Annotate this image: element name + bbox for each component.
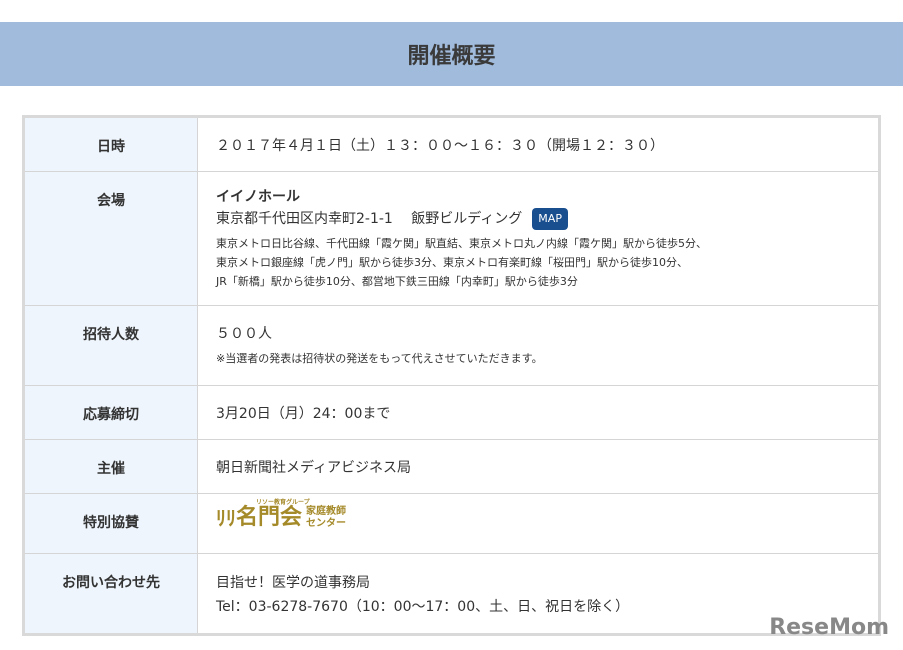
access-line: 東京メトロ銀座線「虎ノ門」駅から徒歩3分、東京メトロ有楽町線「桜田門」駅から徒歩… <box>216 256 688 269</box>
label: 主催 <box>23 439 198 494</box>
invitees-value: ５００人 <box>216 326 272 342</box>
label: 特別協賛 <box>23 493 198 554</box>
label: 会場 <box>23 171 198 306</box>
access-line: 東京メトロ日比谷線、千代田線「霞ケ関」駅直結、東京メトロ丸ノ内線「霞ケ関」駅から… <box>216 237 707 250</box>
resemom-watermark: ReseMom <box>769 615 889 640</box>
label: お問い合わせ先 <box>23 553 198 635</box>
label: 日時 <box>23 116 198 172</box>
row-contact: お問い合わせ先 目指せ！医学の道事務局 Tel：03-6278-7670（10：00… <box>23 553 880 635</box>
row-organizer: 主催 朝日新聞社メディアビジネス局 <box>23 439 880 494</box>
event-summary-table: 日時 ２０１７年４月１日（土）１３：００～１６：３０（開場１２：３０） 会場 イイ… <box>22 115 881 636</box>
row-sponsor: 特別協賛 リソー教育グループ ﾘﾘ 名門会 家庭教師 センター <box>23 493 880 554</box>
page-title: 開催概要 <box>407 44 496 69</box>
organizer-value: 朝日新聞社メディアビジネス局 <box>197 439 880 494</box>
venue-name: イイノホール <box>216 189 300 205</box>
logo-sub: センター <box>306 518 347 529</box>
venue-address: 東京都千代田区内幸町2-1-1 飯野ビルディング <box>216 211 523 227</box>
logo-sub: 家庭教師 <box>306 506 347 517</box>
contact-tel: Tel：03-6278-7670（10：00～17：00、土、日、祝日を除く） <box>216 599 630 615</box>
deadline-value: 3月20日（月）24：00まで <box>197 385 880 440</box>
row-datetime: 日時 ２０１７年４月１日（土）１３：００～１６：３０（開場１２：３０） <box>23 116 880 172</box>
label: 応募締切 <box>23 385 198 440</box>
crown-icon: ﾘﾘ <box>216 506 236 530</box>
datetime-value: ２０１７年４月１日（土）１３：００～１６：３０（開場１２：３０） <box>197 116 880 172</box>
access-line: JR「新橋」駅から徒歩10分、都営地下鉄三田線「内幸町」駅から徒歩3分 <box>216 275 578 288</box>
row-deadline: 応募締切 3月20日（月）24：00まで <box>23 385 880 440</box>
row-invitees: 招待人数 ５００人 ※当選者の発表は招待状の発送をもって代えさせていただきます。 <box>23 305 880 386</box>
header-banner: 開催概要 <box>0 22 903 86</box>
logo-tagline: リソー教育グループ <box>256 499 310 506</box>
invitees-note: ※当選者の発表は招待状の発送をもって代えさせていただきます。 <box>216 352 543 365</box>
label: 招待人数 <box>23 305 198 386</box>
map-button[interactable]: MAP <box>532 208 568 230</box>
row-venue: 会場 イイノホール 東京都千代田区内幸町2-1-1 飯野ビルディング MAP 東京… <box>23 171 880 306</box>
meimonkai-logo: リソー教育グループ ﾘﾘ 名門会 家庭教師 センター <box>216 499 860 530</box>
contact-name: 目指せ！医学の道事務局 <box>216 575 370 591</box>
